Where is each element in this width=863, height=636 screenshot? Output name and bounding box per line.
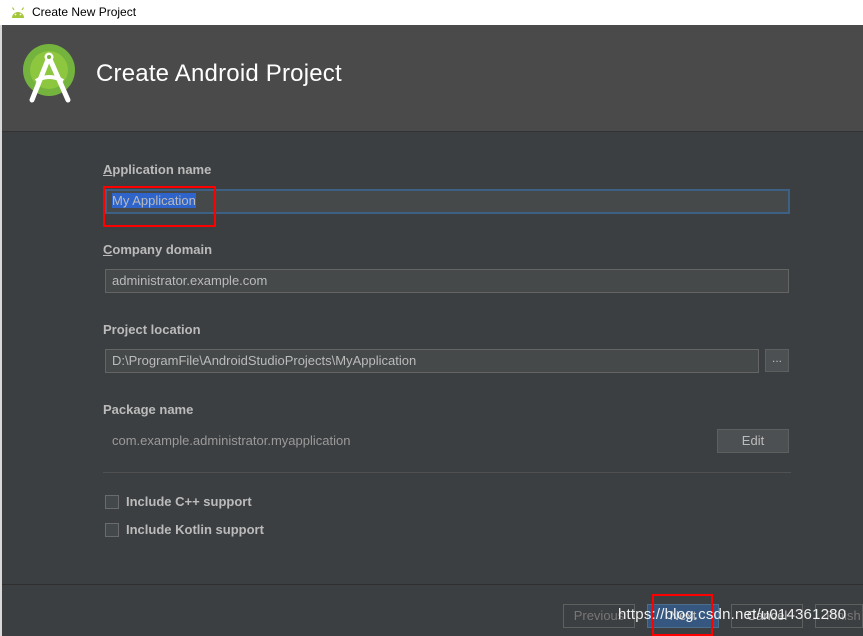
include-kotlin-label: Include Kotlin support	[126, 522, 264, 537]
include-kotlin-checkbox[interactable]	[105, 522, 119, 537]
window-title: Create New Project	[32, 5, 137, 19]
company-domain-label-text: ompany domain	[112, 242, 213, 257]
footer-divider	[2, 584, 863, 585]
application-name-label-text: pplication name	[112, 162, 212, 177]
company-domain-input[interactable]: administrator.example.com	[105, 269, 789, 293]
application-name-label-mnemonic: A	[103, 162, 113, 177]
package-name-label: Package name	[103, 402, 194, 417]
section-divider	[103, 472, 791, 473]
android-icon	[10, 6, 26, 19]
include-kotlin-option[interactable]: Include Kotlin support	[105, 522, 264, 537]
window-titlebar: Create New Project	[0, 0, 863, 25]
annotation-highlight-app-name	[103, 186, 216, 227]
watermark-text: https://blog.csdn.net/u014361280	[618, 606, 847, 623]
package-name-value: com.example.administrator.myapplication	[112, 433, 351, 448]
browse-button[interactable]: ...	[765, 349, 789, 372]
include-cpp-option[interactable]: Include C++ support	[105, 494, 252, 509]
android-studio-logo-icon	[22, 43, 80, 105]
include-cpp-label: Include C++ support	[126, 494, 252, 509]
company-domain-label: Company domain	[103, 242, 212, 257]
project-location-value: D:\ProgramFile\AndroidStudioProjects\MyA…	[112, 353, 417, 368]
company-domain-label-mnemonic: C	[103, 242, 113, 257]
application-name-label: Application name	[103, 162, 211, 177]
company-domain-value: administrator.example.com	[112, 273, 268, 288]
edit-package-button[interactable]: Edit	[717, 429, 789, 453]
wizard-header: Create Android Project	[2, 25, 863, 132]
page-title: Create Android Project	[96, 60, 342, 87]
project-location-label: Project location	[103, 322, 201, 337]
project-location-input[interactable]: D:\ProgramFile\AndroidStudioProjects\MyA…	[105, 349, 759, 373]
include-cpp-checkbox[interactable]	[105, 494, 119, 509]
